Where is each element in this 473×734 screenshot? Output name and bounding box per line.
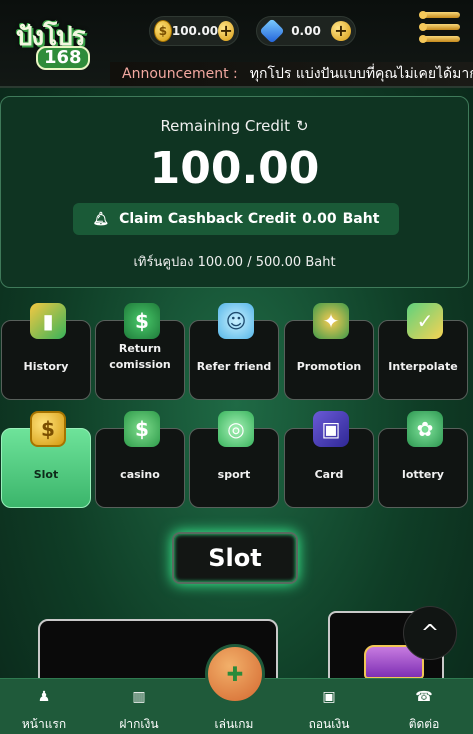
nav-label: เล่นเกม <box>214 717 254 731</box>
credit-card: Remaining Credit ↻ 100.00 🔔︎ Claim Cashba… <box>0 96 469 288</box>
category-lottery[interactable]: ✿ lottery <box>378 411 468 508</box>
claim-cashback-button[interactable]: 🔔︎ Claim Cashback Credit 0.00 Baht <box>73 203 399 235</box>
cashback-amount: 0.00 <box>302 211 337 227</box>
category-label: casino <box>120 468 160 481</box>
top-header: ปังโปร 168 $ 100.00 + 0.00 + Announcemen… <box>0 0 473 88</box>
home-icon: ♟ <box>37 689 51 705</box>
category-label: sport <box>217 468 251 481</box>
nav-home[interactable]: ♟ หน้าแรก <box>4 685 84 734</box>
site-logo[interactable]: ปังโปร 168 <box>14 14 90 70</box>
menu-line-icon <box>419 23 460 31</box>
money-icon: $ <box>124 303 160 339</box>
coin-balance-value: 100.00 <box>171 24 219 38</box>
nav-deposit[interactable]: ▥ ฝากเงิน <box>99 685 179 734</box>
cashback-unit: Baht <box>342 211 380 227</box>
announcement-label: Announcement : <box>122 66 238 82</box>
lottery-icon: ✿ <box>407 411 443 447</box>
game-icon: ✚ <box>226 662 244 686</box>
nav-label: ถอนเงิน <box>308 717 350 731</box>
tile-interpolate[interactable]: ✓ Interpolate <box>378 303 468 400</box>
nav-contact[interactable]: ☎ ติดต่อ <box>384 685 464 734</box>
category-label: lottery <box>402 468 444 481</box>
gem-balance-value: 0.00 <box>291 24 321 38</box>
bell-icon: 🔔︎ <box>92 211 110 227</box>
category-slot[interactable]: $ Slot <box>1 411 91 508</box>
tile-label: History <box>23 360 69 373</box>
menu-line-icon <box>419 11 460 19</box>
coin-balance-pill[interactable]: $ 100.00 + <box>149 16 239 46</box>
nav-label: หน้าแรก <box>21 717 67 731</box>
friend-icon: ☺ <box>218 303 254 339</box>
play-game-fab[interactable]: ✚ <box>205 644 265 704</box>
credit-amount: 100.00 <box>149 143 320 194</box>
menu-line-icon <box>419 35 460 43</box>
refresh-icon[interactable]: ↻ <box>296 117 309 135</box>
remaining-credit-label: Remaining Credit <box>160 117 290 135</box>
add-gem-icon[interactable]: + <box>331 21 351 41</box>
tile-label: Refer friend <box>196 360 272 373</box>
add-coin-icon[interactable]: + <box>218 21 234 41</box>
tile-label: Interpolate <box>388 360 458 373</box>
bank-icon: ▥ <box>132 689 146 705</box>
coupon-turnover-text: เทิร์นคูปอง 100.00 / 500.00 Baht <box>133 255 336 270</box>
remaining-credit-heading: Remaining Credit ↻ <box>1 117 468 135</box>
tile-return-comission[interactable]: $ Return comission <box>95 303 185 400</box>
tile-promotion[interactable]: ✦ Promotion <box>284 303 374 400</box>
category-card[interactable]: ▣ Card <box>284 411 374 508</box>
chart-icon: ▮ <box>30 303 66 339</box>
category-sport[interactable]: ◎ sport <box>189 411 279 508</box>
nav-withdraw[interactable]: ▣ ถอนเงิน <box>289 685 369 734</box>
coin-icon: $ <box>154 20 172 42</box>
tile-label: Return comission <box>109 342 171 371</box>
gem-icon <box>259 18 285 44</box>
clipboard-icon: ✓ <box>407 303 443 339</box>
category-label: Card <box>314 468 344 481</box>
category-label: Slot <box>33 468 59 481</box>
scroll-to-top-button[interactable]: ^ <box>403 606 457 660</box>
tile-refer-friend[interactable]: ☺ Refer friend <box>189 303 279 400</box>
cash-icon: $ <box>124 411 160 447</box>
tile-history[interactable]: ▮ History <box>1 303 91 400</box>
cashback-label: Claim Cashback Credit <box>119 211 297 227</box>
contact-icon: ☎ <box>415 689 433 705</box>
coin-icon: $ <box>30 411 66 447</box>
announcement-bar: Announcement : ทุกโปร แบ่งปันแบบที่คุณไม… <box>110 62 473 86</box>
nav-label: ติดต่อ <box>408 717 440 731</box>
ball-icon: ◎ <box>218 411 254 447</box>
wallet-icon: ▣ <box>313 411 349 447</box>
nav-label: ฝากเงิน <box>119 717 159 731</box>
hamburger-menu-button[interactable] <box>418 10 462 44</box>
announcement-text: ทุกโปร แบ่งปันแบบที่คุณไม่เคยได้มาก่อน <box>249 66 473 82</box>
tile-label: Promotion <box>296 360 362 373</box>
logo-number: 168 <box>36 46 90 70</box>
category-casino[interactable]: $ casino <box>95 411 185 508</box>
gift-icon: ✦ <box>313 303 349 339</box>
gem-balance-pill[interactable]: 0.00 + <box>256 16 356 46</box>
section-title-slot: Slot <box>172 532 298 584</box>
withdraw-icon: ▣ <box>322 689 336 705</box>
